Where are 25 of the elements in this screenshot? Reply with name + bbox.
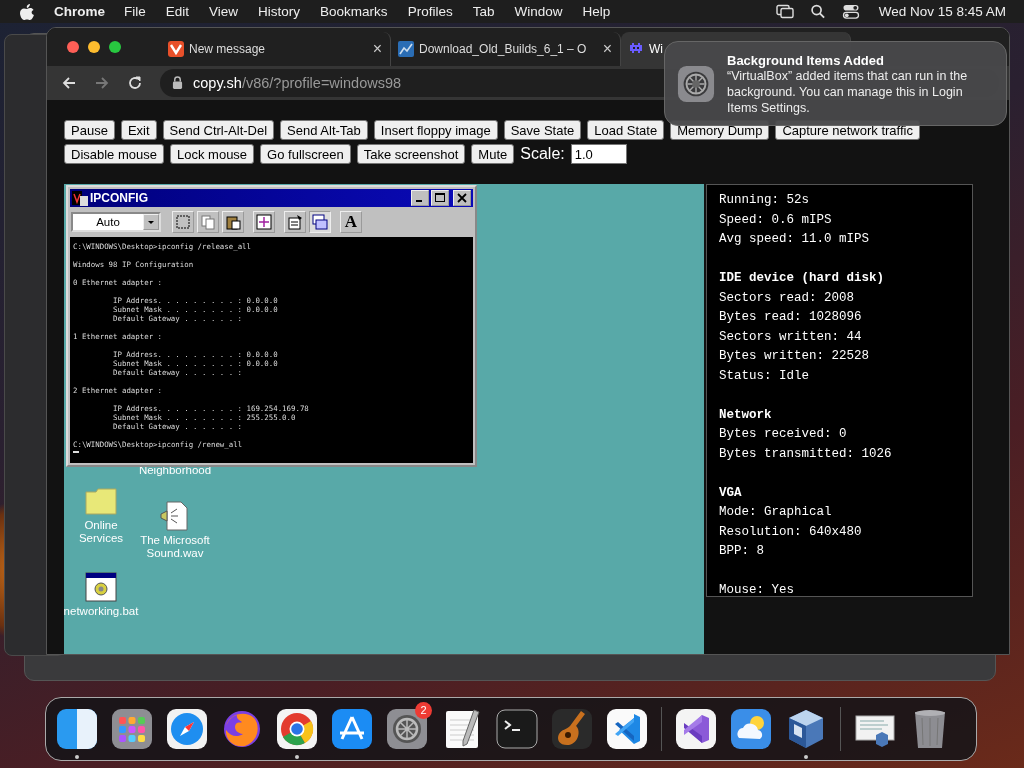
stats-line: Mouse: Yes [719,582,795,599]
stats-line: Mode: Graphical [719,504,833,521]
stats-line: Sectors written: 44 [719,328,863,346]
stats-heading: Network [719,406,773,424]
notification-badge: 2 [415,702,432,719]
stats-line: Running: 52s [719,192,810,209]
stats-line: Sectors read: 2008 [719,289,856,307]
scale-label: Scale: [520,145,565,163]
tab-title: Wi [649,41,663,56]
url-text: copy.sh/v86/?profile=windows98 [193,74,402,91]
stats-line: Speed: 0.6 mIPS [719,211,833,229]
stats-line: Bytes received: 0 [719,426,848,443]
stats-line: Avg speed: 11.0 mIPS [719,231,871,248]
window-title: IPCONFIG [90,191,148,205]
tab-title: New message [189,41,266,56]
tab-title: Download_Old_Builds_6_1 – O [419,41,587,56]
stats-heading: IDE device (hard disk) [719,270,886,287]
stats-heading: VGA [719,484,743,502]
stats-line: Resolution: 640x480 [719,523,863,541]
notification-title: Background Items Added [727,53,885,68]
stats-line: Bytes read: 1028096 [719,309,863,326]
stats-line: BPP: 8 [719,543,765,560]
stats-line: Status: Idle [719,367,810,385]
stats-line: Bytes transmitted: 1026 [719,445,893,463]
stats-line: Bytes written: 22528 [719,348,871,365]
